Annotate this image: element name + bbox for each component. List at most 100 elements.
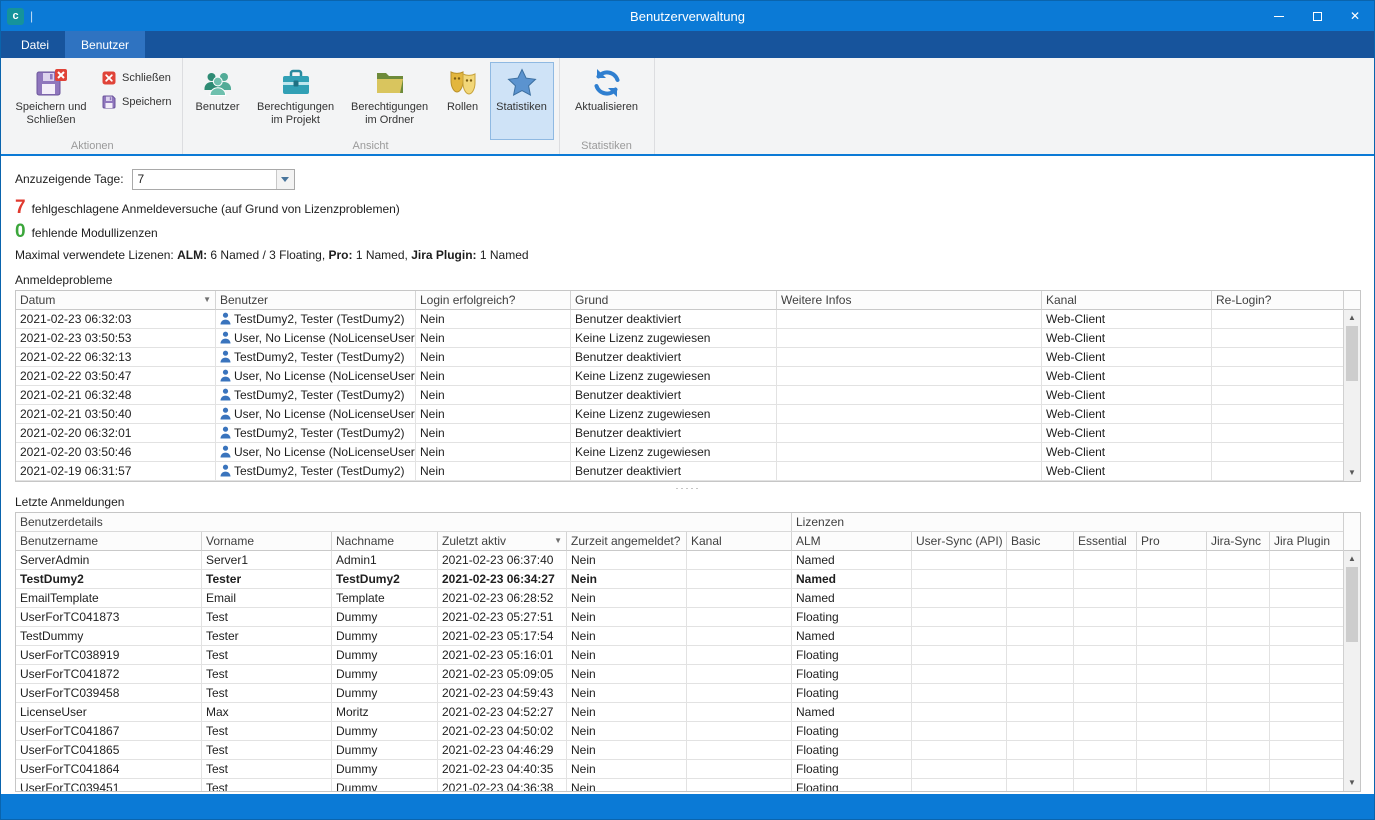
table-row[interactable]: UserForTC041873TestDummy2021-02-23 05:27…	[16, 608, 1343, 627]
table-cell: 2021-02-23 06:37:40	[438, 551, 567, 570]
maximize-button[interactable]	[1298, 1, 1336, 31]
minimize-button[interactable]	[1260, 1, 1298, 31]
table-cell	[777, 310, 1042, 329]
table-cell	[1137, 570, 1207, 589]
days-value: 7	[133, 170, 276, 189]
table-row[interactable]: 2021-02-20 06:32:01TestDumy2, Tester (Te…	[16, 424, 1343, 443]
column-header[interactable]: Kanal	[1042, 291, 1212, 310]
table-row[interactable]: TestDumy2TesterTestDumy22021-02-23 06:34…	[16, 570, 1343, 589]
scroll-up-icon[interactable]: ▲	[1344, 310, 1360, 326]
column-header[interactable]: ALM	[792, 532, 912, 551]
last-logins-scrollbar[interactable]: ▲ ▼	[1343, 513, 1360, 791]
table-cell: Web-Client	[1042, 443, 1212, 462]
group-label-ansicht: Ansicht	[183, 140, 559, 152]
table-cell: 2021-02-23 04:52:27	[438, 703, 567, 722]
last-logins-table: BenutzerdetailsLizenzenBenutzernameVorna…	[15, 512, 1361, 792]
group-label-aktionen: Aktionen	[3, 140, 182, 152]
column-header[interactable]: Pro	[1137, 532, 1207, 551]
table-row[interactable]: UserForTC041864TestDummy2021-02-23 04:40…	[16, 760, 1343, 779]
column-header[interactable]: Benutzername	[16, 532, 202, 551]
tab-datei[interactable]: Datei	[5, 31, 65, 58]
scroll-up-icon[interactable]: ▲	[1344, 551, 1360, 567]
table-cell	[912, 627, 1007, 646]
table-cell	[1212, 424, 1343, 443]
column-header[interactable]: Basic	[1007, 532, 1074, 551]
table-cell	[1207, 779, 1270, 791]
band-header: Benutzerdetails	[16, 513, 792, 532]
project-permissions-button[interactable]: Berechtigungen im Projekt	[250, 62, 342, 140]
table-row[interactable]: UserForTC039458TestDummy2021-02-23 04:59…	[16, 684, 1343, 703]
days-combobox[interactable]: 7	[132, 169, 295, 190]
table-row[interactable]: UserForTC038919TestDummy2021-02-23 05:16…	[16, 646, 1343, 665]
table-row[interactable]: 2021-02-22 06:32:13TestDumy2, Tester (Te…	[16, 348, 1343, 367]
column-header[interactable]: Essential	[1074, 532, 1137, 551]
table-splitter[interactable]: ·····	[15, 482, 1361, 495]
login-problems-scrollbar[interactable]: ▲ ▼	[1343, 291, 1360, 481]
close-window-button[interactable]: ✕	[1336, 1, 1374, 31]
table-cell	[777, 405, 1042, 424]
table-row[interactable]: 2021-02-21 03:50:40User, No License (NoL…	[16, 405, 1343, 424]
table-row[interactable]: 2021-02-20 03:50:46User, No License (NoL…	[16, 443, 1343, 462]
table-row[interactable]: 2021-02-23 06:32:03TestDumy2, Tester (Te…	[16, 310, 1343, 329]
ribbon-group-ansicht: Benutzer Berechtigungen im Projekt	[183, 58, 560, 154]
user-icon	[220, 445, 231, 458]
table-cell: 2021-02-21 06:32:48	[16, 386, 216, 405]
column-header[interactable]: Jira-Sync	[1207, 532, 1270, 551]
column-header[interactable]: Jira Plugin	[1270, 532, 1343, 551]
column-header[interactable]: Benutzer	[216, 291, 416, 310]
table-row[interactable]: LicenseUserMaxMoritz2021-02-23 04:52:27N…	[16, 703, 1343, 722]
table-cell	[912, 779, 1007, 791]
column-header[interactable]: Login erfolgreich?	[416, 291, 571, 310]
scrollbar-track[interactable]	[1344, 567, 1360, 775]
rollen-button[interactable]: Rollen	[438, 62, 488, 140]
scrollbar-thumb[interactable]	[1346, 567, 1358, 642]
column-header[interactable]: Grund	[571, 291, 777, 310]
column-header[interactable]: Datum▼	[16, 291, 216, 310]
scrollbar-track[interactable]	[1344, 326, 1360, 465]
column-header[interactable]: Zuletzt aktiv▼	[438, 532, 567, 551]
table-row[interactable]: UserForTC041865TestDummy2021-02-23 04:46…	[16, 741, 1343, 760]
table-row[interactable]: ServerAdminServer1Admin12021-02-23 06:37…	[16, 551, 1343, 570]
table-cell: UserForTC039451	[16, 779, 202, 791]
login-problems-title: Anmeldeprobleme	[15, 273, 1361, 287]
column-header[interactable]: Weitere Infos	[777, 291, 1042, 310]
close-button[interactable]: Schließen	[95, 68, 178, 88]
table-row[interactable]: 2021-02-19 06:31:57TestDumy2, Tester (Te…	[16, 462, 1343, 481]
save-label: Speichern	[122, 96, 172, 108]
table-row[interactable]: UserForTC041872TestDummy2021-02-23 05:09…	[16, 665, 1343, 684]
table-cell: Named	[792, 589, 912, 608]
title-bar: c | Benutzerverwaltung ✕	[1, 1, 1374, 31]
column-header[interactable]: Nachname	[332, 532, 438, 551]
column-header[interactable]: Vorname	[202, 532, 332, 551]
table-cell	[1137, 608, 1207, 627]
table-cell	[1207, 608, 1270, 627]
save-and-close-button[interactable]: Speichern und Schließen	[8, 62, 94, 140]
aktualisieren-button[interactable]: Aktualisieren	[565, 62, 649, 140]
table-row[interactable]: TestDummyTesterDummy2021-02-23 05:17:54N…	[16, 627, 1343, 646]
column-header[interactable]: Re-Login?	[1212, 291, 1343, 310]
statistiken-button[interactable]: Statistiken	[490, 62, 554, 140]
table-cell: Test	[202, 779, 332, 791]
scroll-down-icon[interactable]: ▼	[1344, 465, 1360, 481]
column-header[interactable]: Zurzeit angemeldet?	[567, 532, 687, 551]
table-cell: Nein	[567, 608, 687, 627]
tab-benutzer[interactable]: Benutzer	[65, 31, 145, 58]
folder-permissions-button[interactable]: Berechtigungen im Ordner	[344, 62, 436, 140]
table-row[interactable]: UserForTC039451TestDummy2021-02-23 04:36…	[16, 779, 1343, 791]
table-cell: Nein	[416, 405, 571, 424]
table-row[interactable]: UserForTC041867TestDummy2021-02-23 04:50…	[16, 722, 1343, 741]
combo-dropdown-button[interactable]	[276, 170, 294, 189]
scroll-down-icon[interactable]: ▼	[1344, 775, 1360, 791]
table-row[interactable]: 2021-02-23 03:50:53User, No License (NoL…	[16, 329, 1343, 348]
table-row[interactable]: 2021-02-22 03:50:47User, No License (NoL…	[16, 367, 1343, 386]
scrollbar-thumb[interactable]	[1346, 326, 1358, 381]
table-row[interactable]: 2021-02-21 06:32:48TestDumy2, Tester (Te…	[16, 386, 1343, 405]
column-header[interactable]: User-Sync (API)	[912, 532, 1007, 551]
table-cell	[1137, 722, 1207, 741]
table-cell	[1207, 589, 1270, 608]
benutzer-button[interactable]: Benutzer	[188, 62, 248, 140]
last-logins-title: Letzte Anmeldungen	[15, 495, 1361, 509]
table-row[interactable]: EmailTemplateEmailTemplate2021-02-23 06:…	[16, 589, 1343, 608]
column-header[interactable]: Kanal	[687, 532, 792, 551]
save-button[interactable]: Speichern	[95, 92, 178, 112]
